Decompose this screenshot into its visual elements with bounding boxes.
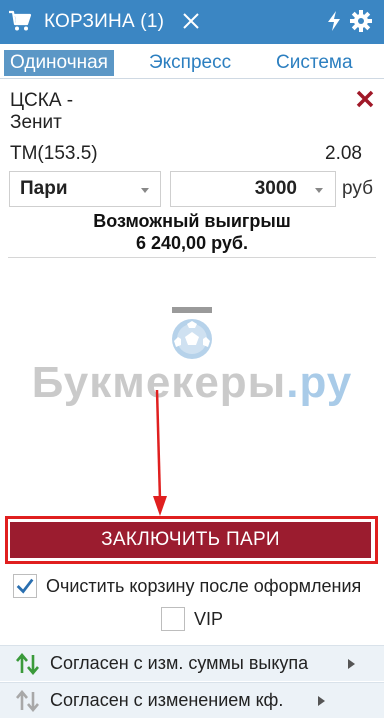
tab-express[interactable]: Экспресс: [149, 50, 231, 76]
arrows-updown-icon: [16, 690, 39, 712]
bet-amount-value: 3000: [254, 178, 297, 199]
agree-odds-change-row[interactable]: Согласен с изменением кф.: [0, 682, 384, 718]
watermark-suffix: .ру: [286, 358, 353, 407]
agree-buyout-label: Согласен с изм. суммы выкупа: [50, 653, 309, 673]
agree-buyout-change-row[interactable]: Согласен с изм. суммы выкупа: [0, 645, 384, 681]
chevron-right-icon: [318, 696, 325, 706]
clear-cart-checkbox[interactable]: [13, 574, 37, 598]
match-team-home: ЦСКА -: [10, 90, 74, 111]
soccer-ball-icon: [172, 307, 212, 359]
bet-type-value: Пари: [20, 178, 68, 199]
clear-cart-label[interactable]: Очистить корзину после оформления: [46, 576, 361, 597]
bet-market: ТМ(153.5): [10, 143, 98, 164]
checkmark-icon: [16, 578, 34, 594]
possible-win-value: 6 240,00 руб.: [136, 233, 248, 253]
tab-system[interactable]: Система: [276, 50, 353, 76]
chevron-down-icon[interactable]: [315, 188, 323, 193]
bolt-icon[interactable]: [326, 11, 342, 31]
gear-icon[interactable]: [350, 10, 372, 32]
close-icon[interactable]: [182, 12, 200, 30]
match-team-away: Зенит: [10, 112, 62, 133]
basket-header: КОРЗИНА (1): [0, 0, 384, 44]
watermark-logo: Букмекеры.ру: [0, 358, 384, 408]
tabs-divider: [0, 78, 384, 79]
vip-checkbox[interactable]: [161, 607, 185, 631]
remove-bet-icon[interactable]: [356, 90, 374, 108]
bet-type-select[interactable]: Пари: [9, 171, 161, 207]
possible-win-label: Возможный выигрыш: [93, 211, 291, 231]
cart-icon: [9, 10, 32, 31]
match-name: ЦСКА - Зенит: [10, 90, 73, 134]
divider: [8, 257, 376, 258]
vip-label[interactable]: VIP: [194, 609, 223, 630]
currency-label: руб: [342, 178, 373, 199]
red-arrow-annotation: [153, 389, 167, 516]
basket-title: КОРЗИНА (1): [44, 11, 165, 32]
arrows-updown-icon: [16, 653, 39, 675]
agree-odds-label: Согласен с изменением кф.: [50, 690, 284, 710]
chevron-down-icon: [141, 188, 149, 193]
bet-odds: 2.08: [325, 143, 362, 164]
tab-single[interactable]: Одиночная: [4, 50, 114, 76]
place-bet-button[interactable]: ЗАКЛЮЧИТЬ ПАРИ: [10, 522, 371, 558]
bet-amount-input[interactable]: 3000: [170, 171, 336, 207]
bet-type-tabs: Одиночная Экспресс Система: [0, 50, 384, 78]
chevron-right-icon: [348, 659, 355, 669]
